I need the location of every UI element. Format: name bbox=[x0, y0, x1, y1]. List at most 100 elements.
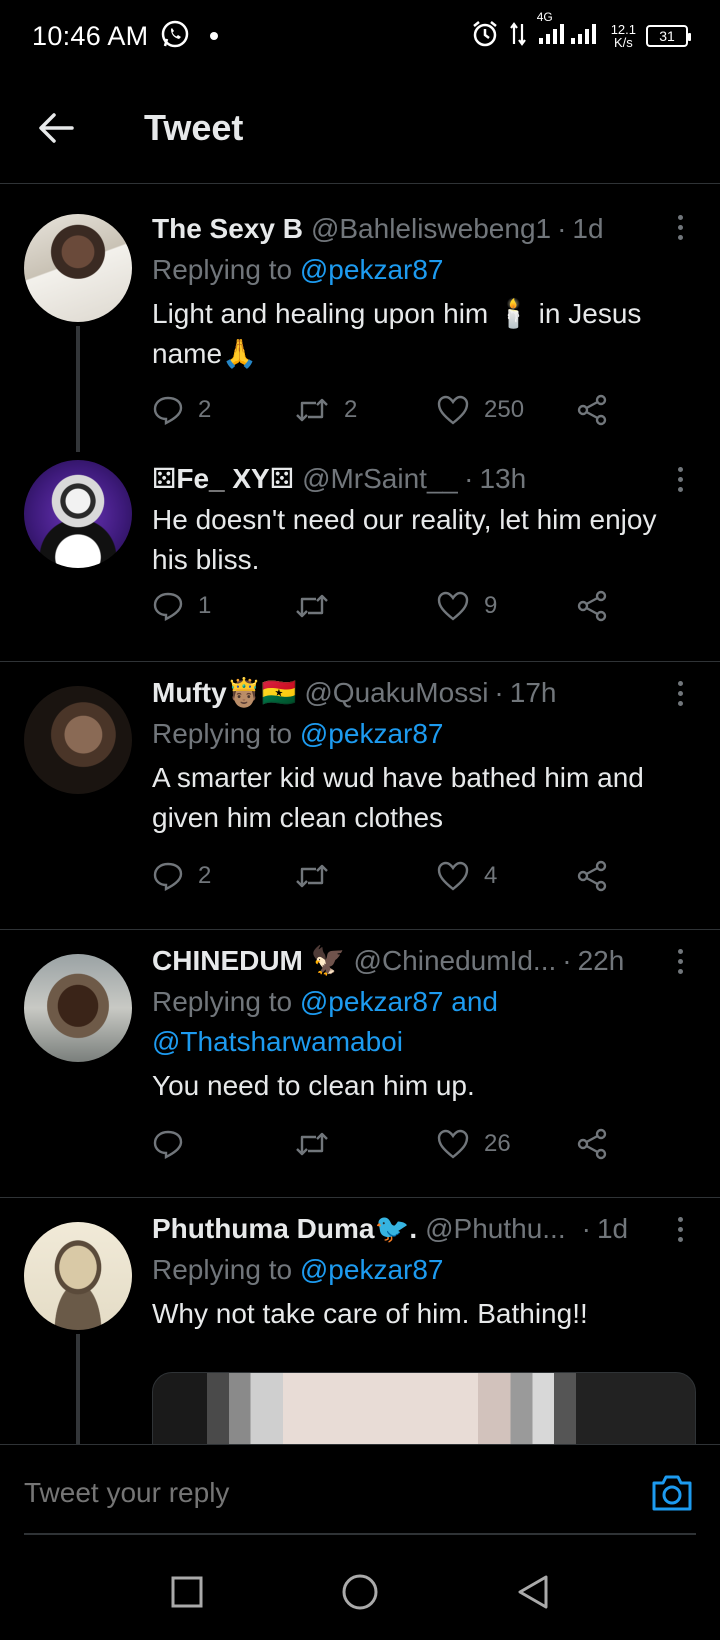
avatar[interactable] bbox=[24, 214, 132, 322]
avatar[interactable] bbox=[24, 954, 132, 1062]
separator-dot: · bbox=[557, 213, 567, 244]
user-handle[interactable]: @ChinedumId... bbox=[354, 944, 557, 978]
user-handle[interactable]: @Bahleliswebeng1 bbox=[311, 212, 551, 246]
display-name[interactable]: The Sexy B bbox=[152, 212, 303, 246]
status-bar: 10:46 AM 4G 12.1 K/s 31 bbox=[0, 0, 720, 72]
mention-link[interactable]: @pekzar87 bbox=[300, 718, 444, 749]
reply-icon bbox=[153, 592, 183, 621]
avatar[interactable] bbox=[24, 460, 132, 568]
more-icon bbox=[677, 680, 683, 686]
mention-link[interactable]: @pekzar87 bbox=[300, 254, 444, 285]
input-underline bbox=[24, 1533, 696, 1535]
reply-button[interactable] bbox=[152, 1128, 198, 1160]
share-button[interactable] bbox=[576, 860, 608, 892]
more-options-button[interactable] bbox=[668, 944, 692, 978]
more-options-button[interactable] bbox=[668, 1212, 692, 1246]
mention-link[interactable]: @pekzar87 bbox=[300, 1254, 444, 1285]
reply-count: 1 bbox=[198, 592, 212, 619]
reply-composer bbox=[0, 1444, 720, 1544]
tweet-meta: The Sexy B @Bahleliswebeng1 · 1d bbox=[152, 212, 698, 246]
retweet-icon bbox=[296, 594, 328, 618]
more-icon bbox=[677, 1216, 683, 1222]
display-name[interactable]: Phuthuma Duma🐦. bbox=[152, 1212, 417, 1246]
share-button[interactable] bbox=[576, 394, 608, 426]
retweet-count: 2 bbox=[344, 396, 358, 423]
share-button[interactable] bbox=[576, 1128, 608, 1160]
like-icon bbox=[437, 395, 469, 425]
reply-count: 2 bbox=[198, 862, 212, 889]
camera-icon bbox=[652, 1475, 692, 1511]
tweet-time: 13h bbox=[479, 463, 527, 494]
more-options-button[interactable] bbox=[668, 462, 692, 496]
user-handle[interactable]: @QuakuMossi bbox=[304, 676, 488, 710]
reply-button[interactable]: 2 bbox=[152, 860, 211, 892]
tweet[interactable]: CHINEDUM 🦅 @ChinedumId... · 22h Replying… bbox=[0, 930, 720, 1198]
avatar[interactable] bbox=[24, 1222, 132, 1330]
replying-to: Replying to @pekzar87 bbox=[152, 1254, 444, 1285]
tweet[interactable]: Mufty🤴🏽🇬🇭 @QuakuMossi · 17h Replying to … bbox=[0, 662, 720, 930]
recents-button[interactable] bbox=[163, 1568, 211, 1616]
share-icon bbox=[577, 1128, 607, 1160]
tweet-text: You need to clean him up. bbox=[152, 1070, 475, 1101]
display-name[interactable]: ⚄Fe_ XY⚄ bbox=[152, 462, 294, 496]
back-icon bbox=[518, 1575, 548, 1609]
retweet-button[interactable] bbox=[294, 860, 344, 892]
separator-dot: · bbox=[581, 1213, 591, 1244]
share-icon bbox=[577, 394, 607, 426]
data-arrows-icon bbox=[509, 20, 527, 52]
retweet-button[interactable]: 2 bbox=[294, 394, 357, 426]
home-icon bbox=[342, 1574, 378, 1610]
more-options-button[interactable] bbox=[668, 210, 692, 244]
reply-icon bbox=[153, 1130, 183, 1159]
whatsapp-icon bbox=[160, 19, 190, 54]
camera-button[interactable] bbox=[650, 1473, 694, 1513]
page-title: Tweet bbox=[144, 106, 244, 148]
more-icon bbox=[677, 214, 683, 220]
reply-button[interactable]: 1 bbox=[152, 590, 211, 622]
like-button[interactable]: 4 bbox=[436, 860, 497, 892]
like-icon bbox=[437, 591, 469, 621]
reply-icon bbox=[153, 396, 183, 425]
share-button[interactable] bbox=[576, 590, 608, 622]
separator-dot: · bbox=[562, 945, 572, 976]
like-button[interactable]: 250 bbox=[436, 394, 524, 426]
retweet-icon bbox=[296, 1132, 328, 1156]
network-type: 4G bbox=[536, 10, 553, 24]
avatar[interactable] bbox=[24, 686, 132, 794]
tweet-text: A smarter kid wud have bathed him and gi… bbox=[152, 762, 644, 833]
separator-dot: · bbox=[464, 463, 474, 494]
tweet[interactable]: ⚄Fe_ XY⚄ @MrSaint__ · 13h He doesn't nee… bbox=[0, 448, 720, 662]
battery-indicator: 31 bbox=[646, 25, 691, 47]
like-button[interactable]: 9 bbox=[436, 590, 497, 622]
retweet-button[interactable] bbox=[294, 1128, 344, 1160]
more-icon bbox=[677, 466, 683, 472]
tweet-media-image[interactable] bbox=[152, 1372, 696, 1444]
tweet[interactable]: Phuthuma Duma🐦. @Phuthu... · 1d Replying… bbox=[0, 1198, 720, 1444]
reply-icon bbox=[153, 862, 183, 891]
tweet-text: Light and healing upon him 🕯️ in Jesus n… bbox=[152, 298, 642, 369]
system-nav-bar bbox=[0, 1544, 720, 1640]
replies-feed[interactable]: The Sexy B @Bahleliswebeng1 · 1d Replyin… bbox=[0, 186, 720, 1444]
user-handle[interactable]: @Phuthu... bbox=[425, 1212, 566, 1246]
display-name[interactable]: Mufty🤴🏽🇬🇭 bbox=[152, 676, 296, 710]
more-options-button[interactable] bbox=[668, 676, 692, 710]
reply-input[interactable] bbox=[24, 1467, 624, 1519]
tweet-text: Why not take care of him. Bathing!! bbox=[152, 1298, 588, 1329]
user-handle[interactable]: @MrSaint__ bbox=[302, 462, 458, 496]
like-count: 250 bbox=[484, 396, 525, 423]
tweet-time: 1d bbox=[572, 213, 604, 244]
recents-icon bbox=[171, 1576, 203, 1608]
system-back-button[interactable] bbox=[509, 1568, 557, 1616]
reply-button[interactable]: 2 bbox=[152, 394, 211, 426]
home-button[interactable] bbox=[336, 1568, 384, 1616]
tweet-text: He doesn't need our reality, let him enj… bbox=[152, 504, 657, 575]
thread-line bbox=[76, 326, 80, 452]
tweet-meta: Mufty🤴🏽🇬🇭 @QuakuMossi · 17h bbox=[152, 676, 698, 710]
tweet-time: 22h bbox=[577, 945, 625, 976]
like-button[interactable]: 26 bbox=[436, 1128, 511, 1160]
back-button[interactable] bbox=[28, 100, 84, 156]
display-name[interactable]: CHINEDUM 🦅 bbox=[152, 944, 346, 978]
retweet-button[interactable] bbox=[294, 590, 344, 622]
tweet[interactable]: The Sexy B @Bahleliswebeng1 · 1d Replyin… bbox=[0, 186, 720, 452]
replying-to: Replying to @pekzar87 bbox=[152, 254, 444, 285]
